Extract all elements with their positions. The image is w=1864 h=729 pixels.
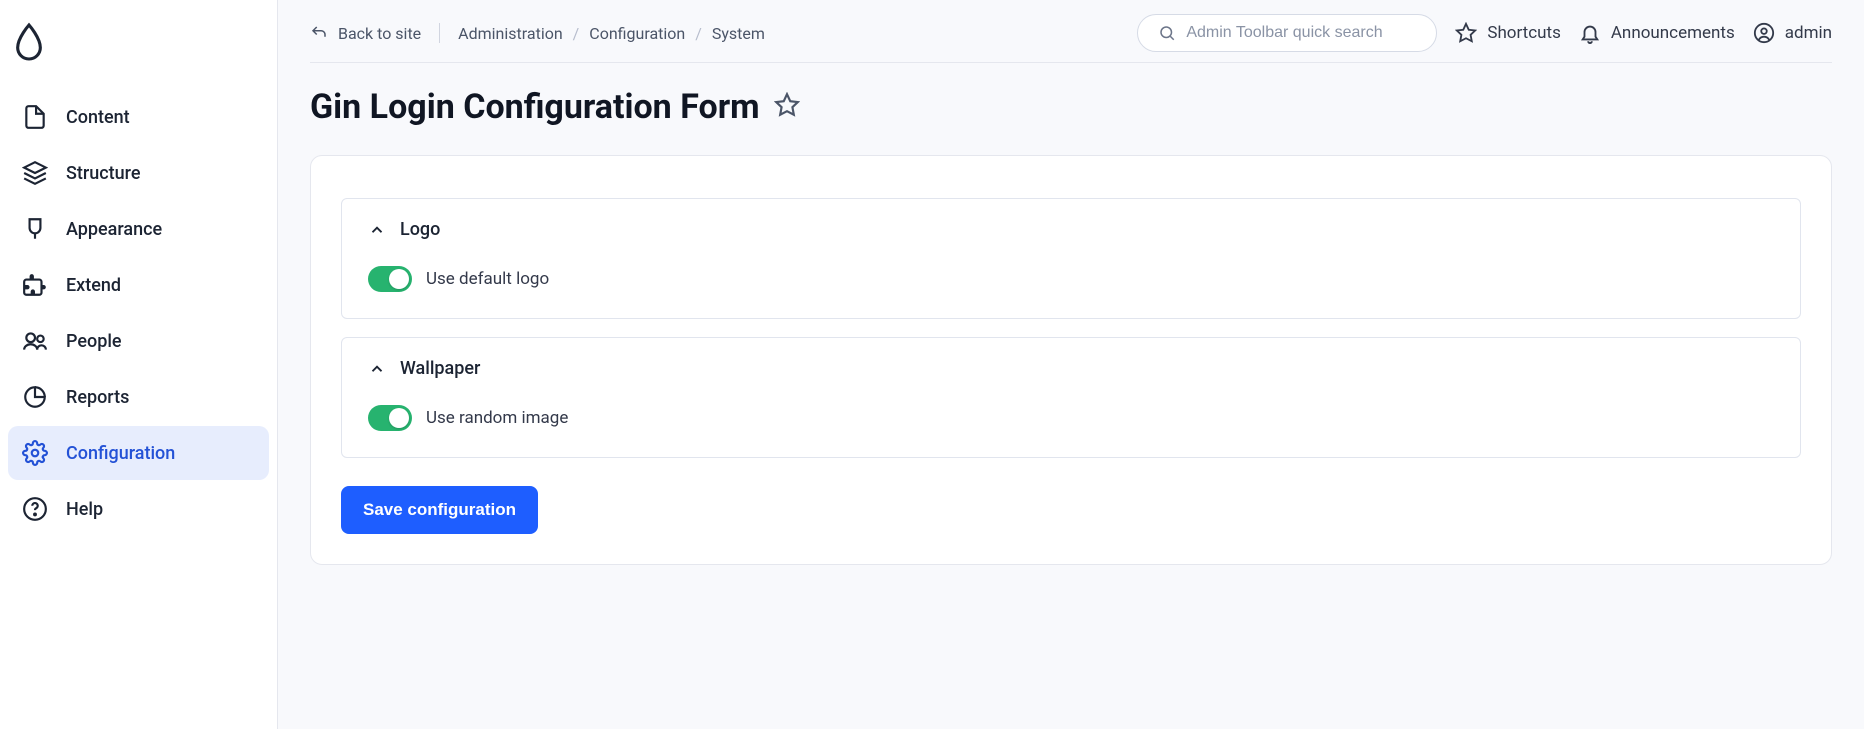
- sidebar-item-extend[interactable]: Extend: [8, 258, 269, 312]
- user-icon: [1753, 22, 1775, 44]
- search-wrap[interactable]: [1137, 14, 1437, 52]
- topbar: Back to site Administration / Configurat…: [278, 0, 1864, 62]
- sidebar: Content Structure Appearance Extend Peop…: [0, 0, 278, 729]
- sidebar-item-label: Extend: [66, 275, 121, 296]
- breadcrumb-item[interactable]: System: [712, 24, 765, 43]
- sidebar-item-reports[interactable]: Reports: [8, 370, 269, 424]
- sidebar-item-label: Content: [66, 107, 130, 128]
- form-card: Logo Use default logo Wallpaper Use rand…: [310, 155, 1832, 565]
- help-icon: [22, 496, 48, 522]
- bell-icon: [1579, 22, 1601, 44]
- puzzle-icon: [22, 272, 48, 298]
- page-title: Gin Login Configuration Form: [310, 87, 760, 127]
- save-configuration-button[interactable]: Save configuration: [341, 486, 538, 534]
- toggle-label: Use default logo: [426, 269, 549, 289]
- app-logo[interactable]: [0, 22, 277, 90]
- breadcrumb-sep: /: [695, 24, 702, 43]
- toggle-row-default-logo: Use default logo: [368, 266, 1774, 292]
- search-icon: [1158, 24, 1176, 42]
- back-to-site-link[interactable]: Back to site: [310, 24, 421, 43]
- back-to-site-label: Back to site: [338, 24, 421, 43]
- divider: [439, 23, 440, 43]
- sidebar-item-help[interactable]: Help: [8, 482, 269, 536]
- sidebar-item-structure[interactable]: Structure: [8, 146, 269, 200]
- favorite-toggle[interactable]: [774, 92, 800, 122]
- star-outline-icon: [774, 92, 800, 118]
- fieldset-toggle-wallpaper[interactable]: Wallpaper: [368, 358, 1774, 379]
- fieldset-wallpaper: Wallpaper Use random image: [341, 337, 1801, 458]
- toggle-use-random-image[interactable]: [368, 405, 412, 431]
- star-icon: [1455, 22, 1477, 44]
- sidebar-item-people[interactable]: People: [8, 314, 269, 368]
- fieldset-toggle-logo[interactable]: Logo: [368, 219, 1774, 240]
- announcements-label: Announcements: [1611, 23, 1735, 43]
- user-menu[interactable]: admin: [1753, 22, 1832, 44]
- piechart-icon: [22, 384, 48, 410]
- sidebar-item-label: Structure: [66, 163, 141, 184]
- toggle-label: Use random image: [426, 408, 568, 428]
- layers-icon: [22, 160, 48, 186]
- sidebar-item-label: Reports: [66, 387, 129, 408]
- breadcrumb: Administration / Configuration / System: [458, 24, 765, 43]
- sidebar-item-label: Help: [66, 499, 103, 520]
- announcements-link[interactable]: Announcements: [1579, 22, 1735, 44]
- sidebar-nav: Content Structure Appearance Extend Peop…: [0, 90, 277, 536]
- people-icon: [22, 328, 48, 354]
- fieldset-logo: Logo Use default logo: [341, 198, 1801, 319]
- breadcrumb-sep: /: [573, 24, 580, 43]
- fieldset-title: Logo: [400, 219, 440, 240]
- brush-icon: [22, 216, 48, 242]
- toggle-row-random-image: Use random image: [368, 405, 1774, 431]
- sidebar-item-configuration[interactable]: Configuration: [8, 426, 269, 480]
- back-arrow-icon: [310, 24, 328, 42]
- user-label: admin: [1785, 23, 1832, 43]
- sidebar-item-content[interactable]: Content: [8, 90, 269, 144]
- sidebar-item-appearance[interactable]: Appearance: [8, 202, 269, 256]
- fieldset-title: Wallpaper: [400, 358, 480, 379]
- shortcuts-link[interactable]: Shortcuts: [1455, 22, 1561, 44]
- main: Back to site Administration / Configurat…: [278, 0, 1864, 729]
- shortcuts-label: Shortcuts: [1487, 23, 1561, 43]
- chevron-up-icon: [368, 360, 386, 378]
- sidebar-item-label: Appearance: [66, 219, 162, 240]
- breadcrumb-item[interactable]: Configuration: [589, 24, 685, 43]
- breadcrumb-item[interactable]: Administration: [458, 24, 563, 43]
- sidebar-item-label: People: [66, 331, 122, 352]
- search-input[interactable]: [1186, 24, 1416, 42]
- gear-icon: [22, 440, 48, 466]
- chevron-up-icon: [368, 221, 386, 239]
- page-header: Gin Login Configuration Form: [278, 63, 1864, 155]
- file-icon: [22, 104, 48, 130]
- toggle-use-default-logo[interactable]: [368, 266, 412, 292]
- sidebar-item-label: Configuration: [66, 443, 175, 464]
